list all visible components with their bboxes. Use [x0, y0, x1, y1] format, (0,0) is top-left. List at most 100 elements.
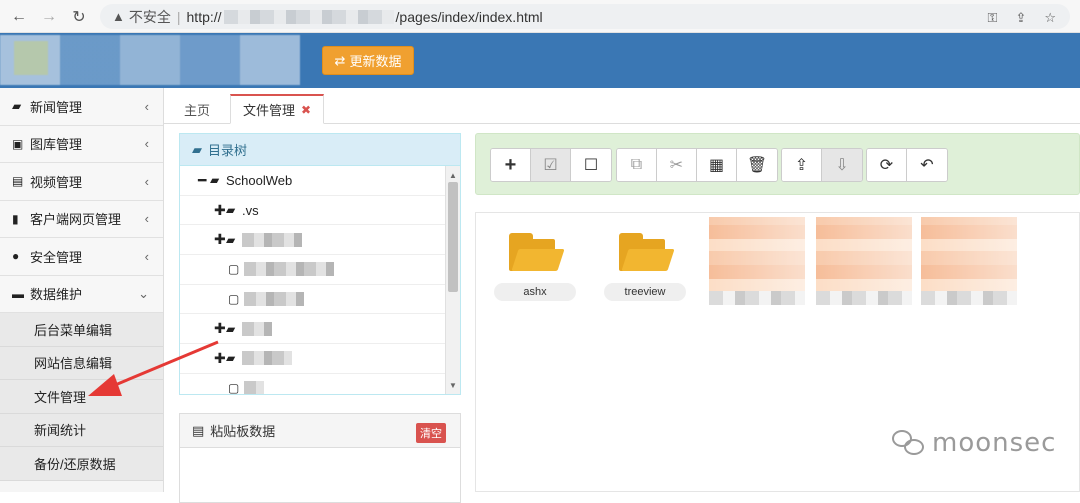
- redacted-file-item[interactable]: [921, 217, 1017, 305]
- chevron-left-icon: ‹: [144, 248, 149, 264]
- expand-icon[interactable]: ✚: [214, 350, 226, 367]
- subitem-news-stats[interactable]: 新闻统计: [0, 413, 163, 447]
- clipboard-title: 粘贴板数据: [210, 424, 276, 439]
- delete-button[interactable]: 🗑: [737, 149, 777, 181]
- tree-node[interactable]: ▢: [180, 285, 446, 315]
- cut-button[interactable]: ✂: [657, 149, 697, 181]
- redacted-label: [242, 232, 302, 247]
- subitem-backup-restore[interactable]: 备份/还原数据: [0, 447, 163, 481]
- expand-icon[interactable]: ✚: [214, 231, 226, 248]
- sidebar-item-news[interactable]: ▰ 新闻管理 ‹: [0, 88, 163, 126]
- chevron-down-icon: ⌄: [138, 285, 149, 301]
- sidebar-item-security[interactable]: ● 安全管理 ‹: [0, 238, 163, 276]
- paste-icon: ▦: [708, 157, 725, 174]
- scroll-down-icon[interactable]: ▼: [446, 378, 460, 392]
- paste-button[interactable]: ▦: [697, 149, 737, 181]
- refresh-icon: ⟳: [879, 157, 894, 174]
- bookmark-star-icon[interactable]: ☆: [1044, 10, 1056, 26]
- app-header: ⇄ 更新数据: [0, 33, 1080, 88]
- clipboard-header: ▤ 粘贴板数据 清空: [180, 414, 460, 448]
- deselect-button[interactable]: ☐: [571, 149, 611, 181]
- url-prefix: http://: [186, 8, 222, 25]
- expand-icon[interactable]: ✚: [214, 202, 226, 219]
- tab-home[interactable]: 主页: [172, 94, 222, 124]
- subitem-menu-edit[interactable]: 后台菜单编辑: [0, 313, 163, 347]
- tree-node-vs[interactable]: ✚ ▰ .vs: [180, 196, 446, 226]
- sidebar-item-label: 视频管理: [30, 174, 83, 190]
- chevron-left-icon: ‹: [144, 173, 149, 189]
- clear-clipboard-button[interactable]: 清空: [416, 423, 446, 443]
- sidebar-item-gallery[interactable]: ▣ 图库管理 ‹: [0, 125, 163, 163]
- url-suffix: /pages/index/index.html: [395, 8, 543, 25]
- close-icon[interactable]: ✖: [301, 103, 311, 117]
- watermark-text: moonsec: [932, 428, 1057, 458]
- tab-label: 主页: [184, 102, 211, 118]
- forward-icon[interactable]: →: [38, 6, 60, 28]
- tree-node[interactable]: ▢: [180, 374, 446, 394]
- copy-button[interactable]: ⧉: [617, 149, 657, 181]
- site-logo: [0, 35, 300, 85]
- expand-icon[interactable]: ✚: [214, 320, 226, 337]
- user-icon: ●: [12, 249, 20, 264]
- sidebar-item-video[interactable]: ▤ 视频管理 ‹: [0, 163, 163, 201]
- selection-group: + ☑ ☐: [490, 148, 612, 182]
- reload-icon[interactable]: ↻: [68, 6, 90, 28]
- back-icon[interactable]: ←: [8, 6, 30, 28]
- tree-node[interactable]: ✚ ▰: [180, 314, 446, 345]
- redacted-label: [244, 292, 304, 307]
- tree-scrollbar[interactable]: ▲ ▼: [445, 166, 460, 394]
- tree-node[interactable]: ▢: [180, 255, 446, 285]
- new-folder-button[interactable]: +: [491, 149, 531, 181]
- redacted-file-item[interactable]: [709, 217, 805, 305]
- chevron-left-icon: ‹: [144, 211, 149, 227]
- folder-outline-icon: ▢: [228, 381, 240, 394]
- tab-file-manager[interactable]: 文件管理 ✖: [230, 94, 325, 124]
- tree-body: ━ ▰ SchoolWeb ✚ ▰ .vs ✚ ▰ ▢ ▢ ✚ ▰ ✚ ▰ ▢: [180, 166, 446, 394]
- upload-button[interactable]: ⇪: [782, 149, 822, 181]
- back-button[interactable]: ↶: [907, 149, 947, 181]
- folder-icon: ▰: [226, 351, 236, 366]
- share-icon[interactable]: ⇪: [1015, 10, 1026, 26]
- upload-icon: ⇪: [794, 157, 809, 174]
- sidebar-item-client-web[interactable]: ▮ 客户端网页管理 ‹: [0, 200, 163, 238]
- undo-arrow-icon: ↶: [920, 157, 934, 174]
- folder-open-icon: ▰: [12, 99, 22, 114]
- scissors-icon: ✂: [669, 157, 684, 174]
- redacted-file-item[interactable]: [816, 217, 912, 305]
- download-button[interactable]: ⇩: [822, 149, 862, 181]
- folder-open-icon: ▰: [210, 173, 220, 188]
- key-icon[interactable]: ⚿: [988, 10, 998, 26]
- folder-icon: [619, 233, 675, 273]
- address-bar[interactable]: ▲ 不安全 | http:// /pages/index/index.html …: [100, 4, 1070, 29]
- tree-node-root[interactable]: ━ ▰ SchoolWeb: [180, 166, 446, 196]
- folder-open-icon: ▰: [192, 141, 202, 157]
- folder-icon: [509, 233, 565, 273]
- chevron-left-icon: ‹: [144, 136, 149, 152]
- subitem-file-manager[interactable]: 文件管理: [0, 380, 163, 414]
- folder-icon: ▰: [226, 203, 236, 218]
- tree-node[interactable]: ✚ ▰: [180, 344, 446, 374]
- file-item-folder[interactable]: treeview: [600, 233, 690, 305]
- watermark: moonsec: [892, 428, 1056, 458]
- file-name: treeview: [604, 283, 686, 301]
- select-all-button[interactable]: ☑: [531, 149, 571, 181]
- scroll-up-icon[interactable]: ▲: [446, 168, 460, 182]
- transfer-group: ⇪ ⇩: [781, 148, 863, 182]
- folder-outline-icon: ▢: [228, 292, 240, 307]
- tab-label: 文件管理: [243, 103, 296, 118]
- subitem-site-info[interactable]: 网站信息编辑: [0, 346, 163, 380]
- file-item-folder[interactable]: ashx: [490, 233, 580, 305]
- update-data-button[interactable]: ⇄ 更新数据: [322, 46, 414, 75]
- browser-toolbar: ← → ↻ ▲ 不安全 | http:// /pages/index/index…: [0, 0, 1080, 33]
- refresh-button[interactable]: ⟳: [867, 149, 907, 181]
- tree-node-label: .vs: [242, 202, 259, 218]
- collapse-icon[interactable]: ━: [198, 172, 210, 189]
- refresh-icon: ⇄: [334, 52, 346, 68]
- tree-node[interactable]: ✚ ▰: [180, 225, 446, 256]
- scroll-thumb[interactable]: [448, 182, 458, 292]
- redacted-label: [242, 351, 292, 366]
- url-redacted: [223, 9, 394, 24]
- sidebar-item-data-maintenance[interactable]: ▬ 数据维护 ⌄: [0, 275, 163, 313]
- sidebar-menu: ▰ 新闻管理 ‹ ▣ 图库管理 ‹ ▤ 视频管理 ‹ ▮ 客户端网页管理 ‹ ●…: [0, 88, 164, 492]
- folder-outline-icon: ▢: [228, 262, 240, 277]
